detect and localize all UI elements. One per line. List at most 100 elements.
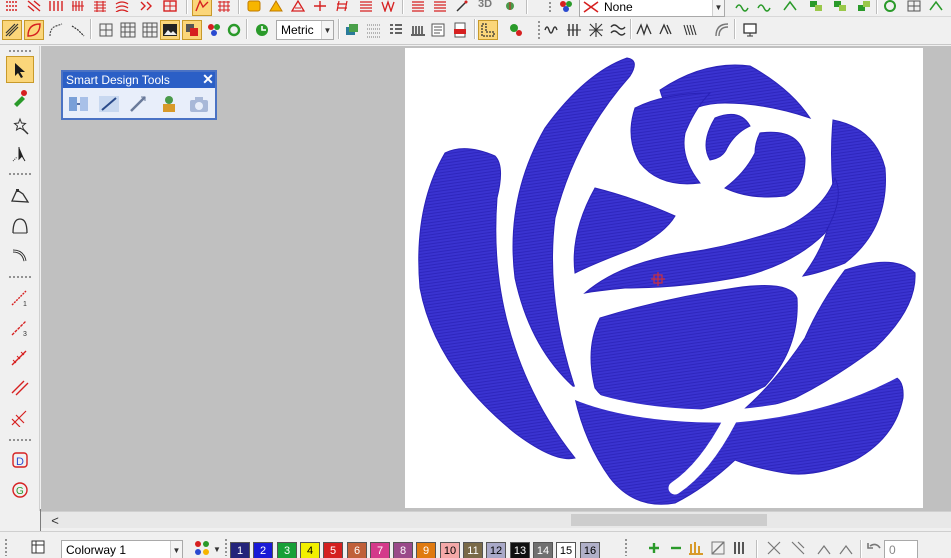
design-canvas[interactable] xyxy=(405,48,923,508)
close-icon[interactable]: ✕ xyxy=(201,72,215,87)
stitch-icon[interactable] xyxy=(506,20,526,40)
select-icon[interactable] xyxy=(6,56,34,83)
reshape-icon[interactable] xyxy=(6,242,34,269)
color-swatch-12[interactable]: 12 xyxy=(486,542,506,558)
toolbar-grip[interactable] xyxy=(624,538,628,556)
color-swatch-4[interactable]: 4 xyxy=(300,542,320,558)
stitch-type-icon[interactable] xyxy=(68,0,88,16)
horizontal-scrollbar[interactable]: < xyxy=(41,511,951,528)
toolbar-grip[interactable] xyxy=(224,538,228,556)
toolbar-grip[interactable] xyxy=(8,49,32,53)
undo-icon[interactable] xyxy=(864,538,884,558)
applique-icon[interactable] xyxy=(244,0,264,16)
line-icon[interactable] xyxy=(6,374,34,401)
stitch-effect-combo[interactable]: None ▼ xyxy=(579,0,725,17)
grid-icon[interactable] xyxy=(364,20,384,40)
line-icon[interactable] xyxy=(68,20,88,40)
transform-icon[interactable] xyxy=(814,538,834,558)
color-palette-icon[interactable] xyxy=(192,538,212,558)
color-swatch-15[interactable]: 15 xyxy=(556,542,576,558)
monogram-icon[interactable] xyxy=(378,0,398,16)
view-3d-label[interactable]: 3D xyxy=(478,0,492,10)
applique-icon[interactable] xyxy=(310,0,330,16)
color-swatch-6[interactable]: 6 xyxy=(347,542,367,558)
lettering-icon[interactable]: D xyxy=(6,446,34,473)
color-swatch-1[interactable]: 1 xyxy=(230,542,250,558)
color-swatch-8[interactable]: 8 xyxy=(393,542,413,558)
monogram-icon[interactable]: G xyxy=(6,476,34,503)
color-icon[interactable] xyxy=(556,0,576,16)
point-select-icon[interactable] xyxy=(6,140,34,167)
stitch-type-icon[interactable] xyxy=(90,0,110,16)
fill-effect-icon[interactable] xyxy=(732,0,752,16)
color-swatch-11[interactable]: 11 xyxy=(463,542,483,558)
color-swatch-2[interactable]: 2 xyxy=(253,542,273,558)
production-icon[interactable] xyxy=(408,20,428,40)
shape-icon[interactable] xyxy=(46,20,66,40)
transform-icon[interactable] xyxy=(764,538,784,558)
lettering-icon[interactable] xyxy=(356,0,376,16)
color-swatch-13[interactable]: 13 xyxy=(510,542,530,558)
hoop-icon[interactable] xyxy=(880,0,900,16)
lettering-icon[interactable] xyxy=(332,0,352,16)
color-swatch-5[interactable]: 5 xyxy=(323,542,343,558)
object-icon[interactable] xyxy=(342,20,362,40)
grid-icon[interactable] xyxy=(140,20,160,40)
fill-effect-icon[interactable] xyxy=(500,0,520,16)
color-sequence-icon[interactable] xyxy=(182,20,202,40)
color-blend-icon[interactable] xyxy=(708,538,728,558)
fill-icon[interactable] xyxy=(634,20,654,40)
camera-icon[interactable] xyxy=(185,92,212,115)
shape-icon[interactable] xyxy=(24,20,44,40)
magic-wand-icon[interactable] xyxy=(6,112,34,139)
fill-icon[interactable] xyxy=(656,20,676,40)
stitch-type-icon[interactable] xyxy=(24,0,44,16)
rose-embroidery-design[interactable] xyxy=(405,48,923,508)
toolbar-grip[interactable] xyxy=(548,1,552,13)
units-combo[interactable]: Metric ▼ xyxy=(276,20,334,40)
picture-icon[interactable] xyxy=(160,20,180,40)
colorway-combo[interactable]: Colorway 1 ▼ xyxy=(61,540,183,558)
fill-icon[interactable] xyxy=(712,20,732,40)
scroll-thumb[interactable] xyxy=(571,514,767,526)
thread-list-icon[interactable] xyxy=(730,538,750,558)
fill-type-icon[interactable] xyxy=(192,0,212,16)
line-icon[interactable]: 3 xyxy=(6,314,34,341)
line-icon[interactable] xyxy=(6,404,34,431)
color-swatch-7[interactable]: 7 xyxy=(370,542,390,558)
color-icon[interactable] xyxy=(478,20,498,40)
stitch-type-icon[interactable] xyxy=(46,0,66,16)
toolbar-grip[interactable] xyxy=(4,538,8,556)
refresh-icon[interactable] xyxy=(224,20,244,40)
fill-type-icon[interactable] xyxy=(112,0,132,16)
stitch-effect-icon[interactable] xyxy=(452,0,472,16)
chevron-down-icon[interactable]: ▼ xyxy=(213,545,221,554)
fill-type-icon[interactable] xyxy=(136,0,156,16)
color-swatch-3[interactable]: 3 xyxy=(277,542,297,558)
color-swatch-14[interactable]: 14 xyxy=(533,542,553,558)
fill-type-icon[interactable] xyxy=(408,0,428,16)
fill-effect-icon[interactable] xyxy=(780,0,800,16)
auto-digitize-icon[interactable] xyxy=(66,92,93,115)
pdf-icon[interactable] xyxy=(450,20,470,40)
transform-icon[interactable] xyxy=(836,538,856,558)
object-icon[interactable] xyxy=(806,0,826,16)
stop-icon[interactable] xyxy=(204,20,224,40)
smart-design-tools-panel[interactable]: Smart Design Tools ✕ xyxy=(61,70,217,120)
object-icon[interactable] xyxy=(830,0,850,16)
applique-icon[interactable] xyxy=(288,0,308,16)
screen-icon[interactable] xyxy=(740,20,760,40)
object-icon[interactable] xyxy=(854,0,874,16)
fill-type-icon[interactable] xyxy=(214,0,234,16)
thread-chart-icon[interactable] xyxy=(686,538,706,558)
add-color-icon[interactable] xyxy=(644,538,664,558)
fill-effect-icon[interactable] xyxy=(926,0,946,16)
fill-icon[interactable] xyxy=(680,20,700,40)
fill-icon[interactable] xyxy=(608,20,628,40)
fill-type-icon[interactable] xyxy=(160,0,180,16)
applique-icon[interactable] xyxy=(266,0,286,16)
panel-title-bar[interactable]: Smart Design Tools ✕ xyxy=(63,72,215,88)
magic-wand-icon[interactable] xyxy=(96,92,123,115)
toolbar-grip[interactable] xyxy=(537,20,541,40)
line-icon[interactable] xyxy=(6,344,34,371)
